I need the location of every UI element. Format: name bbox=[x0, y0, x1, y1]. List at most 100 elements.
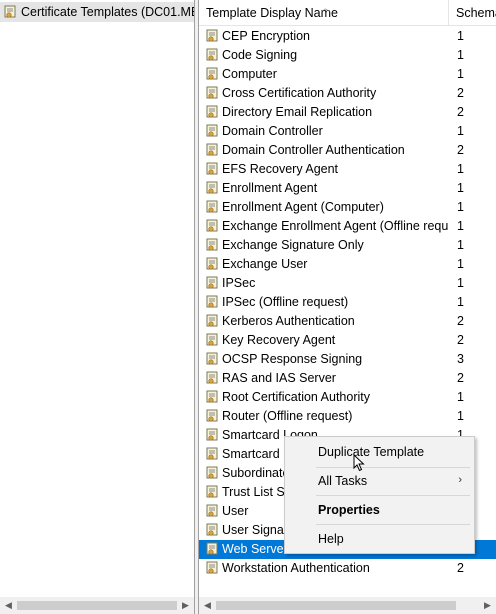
menu-item-properties[interactable]: Properties bbox=[287, 499, 472, 521]
list-header: Template Display Name ︿ Schema bbox=[199, 0, 496, 26]
context-menu: Duplicate Template All Tasks › Propertie… bbox=[284, 436, 475, 554]
list-horizontal-scrollbar[interactable]: ◀ ▶ bbox=[199, 597, 496, 614]
table-row[interactable]: IPSec (Offline request) 1 bbox=[199, 293, 496, 312]
table-row[interactable]: Exchange Signature Only 1 bbox=[199, 236, 496, 255]
table-row[interactable]: OCSP Response Signing 3 bbox=[199, 350, 496, 369]
certificate-template-icon bbox=[206, 181, 219, 195]
table-row[interactable]: Domain Controller Authentication 2 bbox=[199, 141, 496, 160]
scroll-right-icon[interactable]: ▶ bbox=[177, 597, 194, 614]
certificate-templates-icon bbox=[4, 5, 17, 19]
table-row[interactable]: Key Recovery Agent 2 bbox=[199, 331, 496, 350]
table-row[interactable]: EFS Recovery Agent 1 bbox=[199, 160, 496, 179]
column-header-schema[interactable]: Schema bbox=[450, 0, 496, 26]
table-row[interactable]: Router (Offline request) 1 bbox=[199, 407, 496, 426]
certificate-template-icon bbox=[206, 561, 219, 575]
scroll-left-icon[interactable]: ◀ bbox=[199, 597, 216, 614]
certificate-template-icon bbox=[206, 143, 219, 157]
menu-item-duplicate-template[interactable]: Duplicate Template bbox=[287, 441, 472, 463]
scrollbar-thumb[interactable] bbox=[17, 601, 177, 610]
template-name: Root Certification Authority bbox=[222, 390, 370, 404]
table-row[interactable]: CEP Encryption 1 bbox=[199, 27, 496, 46]
table-row[interactable]: Enrollment Agent 1 bbox=[199, 179, 496, 198]
menu-item-label: Duplicate Template bbox=[318, 445, 425, 459]
table-row[interactable]: Code Signing 1 bbox=[199, 46, 496, 65]
certificate-template-icon bbox=[206, 542, 219, 556]
table-row[interactable]: Computer 1 bbox=[199, 65, 496, 84]
template-name: EFS Recovery Agent bbox=[222, 162, 339, 176]
template-schema: 1 bbox=[457, 67, 464, 81]
certificate-template-icon bbox=[206, 162, 219, 176]
scrollbar-thumb[interactable] bbox=[216, 601, 456, 610]
template-name: IPSec (Offline request) bbox=[222, 295, 349, 309]
table-row[interactable]: Domain Controller 1 bbox=[199, 122, 496, 141]
template-name: RAS and IAS Server bbox=[222, 371, 336, 385]
certificate-template-icon bbox=[206, 485, 219, 499]
template-schema: 2 bbox=[457, 86, 464, 100]
table-row[interactable]: Root Certification Authority 1 bbox=[199, 388, 496, 407]
table-row[interactable]: Workstation Authentication 2 bbox=[199, 559, 496, 578]
menu-separator bbox=[316, 524, 470, 525]
table-row[interactable]: Exchange Enrollment Agent (Offline requ.… bbox=[199, 217, 496, 236]
template-name: Router (Offline request) bbox=[222, 409, 353, 423]
template-schema: 1 bbox=[457, 219, 464, 233]
template-name: OCSP Response Signing bbox=[222, 352, 363, 366]
certificate-template-icon bbox=[206, 200, 219, 214]
tree-node-label: Certificate Templates (DC01.MEI bbox=[21, 5, 194, 19]
table-row[interactable]: Enrollment Agent (Computer) 1 bbox=[199, 198, 496, 217]
certificate-template-icon bbox=[206, 238, 219, 252]
template-schema: 1 bbox=[457, 409, 464, 423]
tree-horizontal-scrollbar[interactable]: ◀ ▶ bbox=[0, 597, 194, 614]
certificate-template-icon bbox=[206, 295, 219, 309]
template-name: Exchange Enrollment Agent (Offline requ.… bbox=[222, 219, 448, 233]
template-name: Workstation Authentication bbox=[222, 561, 370, 575]
tree-pane: Certificate Templates (DC01.MEI bbox=[0, 0, 194, 614]
chevron-right-icon: › bbox=[458, 474, 462, 486]
template-name: Key Recovery Agent bbox=[222, 333, 336, 347]
template-name: Kerberos Authentication bbox=[222, 314, 355, 328]
column-header-template-name[interactable]: Template Display Name ︿ bbox=[199, 0, 449, 26]
certificate-template-icon bbox=[206, 428, 219, 442]
template-schema: 1 bbox=[457, 295, 464, 309]
template-schema: 2 bbox=[457, 314, 464, 328]
menu-item-help[interactable]: Help bbox=[287, 528, 472, 550]
certificate-template-icon bbox=[206, 409, 219, 423]
template-schema: 1 bbox=[457, 200, 464, 214]
certificate-template-icon bbox=[206, 314, 219, 328]
template-name: Enrollment Agent bbox=[222, 181, 318, 195]
certificate-template-icon bbox=[206, 67, 219, 81]
table-row[interactable]: RAS and IAS Server 2 bbox=[199, 369, 496, 388]
column-header-label: Template Display Name bbox=[206, 6, 338, 20]
template-schema: 1 bbox=[457, 276, 464, 290]
template-schema: 2 bbox=[457, 143, 464, 157]
certificate-template-icon bbox=[206, 523, 219, 537]
certificate-template-icon bbox=[206, 371, 219, 385]
certificate-template-icon bbox=[206, 504, 219, 518]
scroll-left-icon[interactable]: ◀ bbox=[0, 597, 17, 614]
template-schema: 2 bbox=[457, 333, 464, 347]
table-row[interactable]: Directory Email Replication 2 bbox=[199, 103, 496, 122]
scroll-right-icon[interactable]: ▶ bbox=[479, 597, 496, 614]
template-name: Exchange User bbox=[222, 257, 308, 271]
menu-item-all-tasks[interactable]: All Tasks › bbox=[287, 470, 472, 492]
certificate-template-icon bbox=[206, 124, 219, 138]
table-row[interactable]: Cross Certification Authority 2 bbox=[199, 84, 496, 103]
menu-item-label: Properties bbox=[318, 503, 380, 517]
certificate-template-icon bbox=[206, 447, 219, 461]
template-name: Domain Controller bbox=[222, 124, 323, 138]
certificate-template-icon bbox=[206, 219, 219, 233]
template-name: CEP Encryption bbox=[222, 29, 311, 43]
template-name: Directory Email Replication bbox=[222, 105, 373, 119]
table-row[interactable]: Exchange User 1 bbox=[199, 255, 496, 274]
template-name: Computer bbox=[222, 67, 277, 81]
table-row[interactable]: Kerberos Authentication 2 bbox=[199, 312, 496, 331]
template-schema: 2 bbox=[457, 105, 464, 119]
template-name: Cross Certification Authority bbox=[222, 86, 377, 100]
template-name: Exchange Signature Only bbox=[222, 238, 364, 252]
mouse-pointer-icon bbox=[353, 453, 365, 475]
table-row[interactable]: IPSec 1 bbox=[199, 274, 496, 293]
certificate-template-icon bbox=[206, 48, 219, 62]
tree-node-certificate-templates[interactable]: Certificate Templates (DC01.MEI bbox=[0, 2, 194, 22]
certificate-template-icon bbox=[206, 352, 219, 366]
column-header-label: Schema bbox=[456, 6, 496, 20]
menu-separator bbox=[316, 467, 470, 468]
